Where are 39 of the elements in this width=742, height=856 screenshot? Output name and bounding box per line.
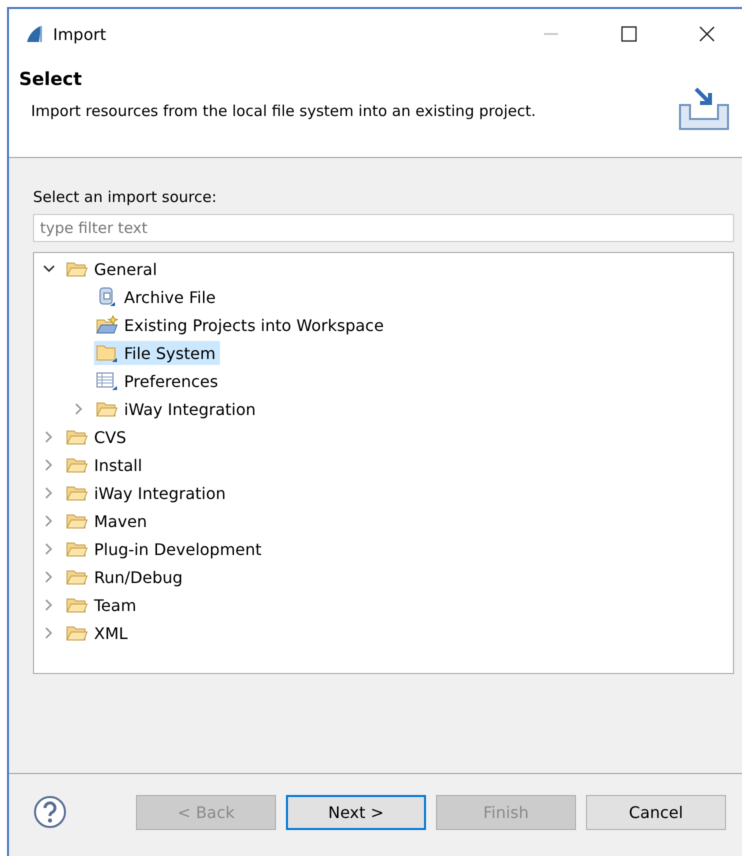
tree-item[interactable]: Install: [64, 454, 146, 476]
tree-item[interactable]: CVS: [64, 426, 130, 448]
wizard-button[interactable]: Cancel: [586, 794, 726, 830]
tree-item[interactable]: General: [64, 258, 162, 280]
folder-icon: [66, 512, 88, 530]
tree-item[interactable]: XML: [64, 622, 132, 644]
page-title: Select: [19, 69, 83, 90]
tree-item[interactable]: Maven: [64, 510, 152, 532]
folder-icon: [66, 428, 88, 446]
window-title: Import: [53, 24, 108, 44]
source-label: Select an import source:: [33, 188, 218, 206]
table-icon: [96, 371, 118, 391]
tree-item[interactable]: iWay Integration: [64, 482, 230, 504]
tree-item[interactable]: File System: [94, 341, 220, 365]
tree-item[interactable]: Run/Debug: [64, 566, 187, 588]
close-icon: [699, 26, 715, 42]
folder-icon: [66, 484, 88, 502]
folder-icon: [66, 260, 88, 278]
folder-icon: [96, 343, 118, 363]
tree-item[interactable]: Team: [64, 594, 140, 616]
folder-icon: [66, 596, 88, 614]
wizard-button[interactable]: Next >: [286, 794, 426, 830]
minimize-icon: [544, 33, 558, 35]
help-icon[interactable]: [33, 795, 67, 829]
tree-item[interactable]: Existing Projects into Workspace: [94, 313, 388, 337]
tree-item[interactable]: Plug-in Development: [64, 538, 266, 560]
tree-item[interactable]: Preferences: [94, 369, 222, 393]
maximize-icon: [621, 26, 637, 42]
folder-icon: [96, 400, 118, 418]
tree-item[interactable]: Archive File: [94, 285, 220, 309]
filter-field[interactable]: type filter text: [33, 214, 734, 242]
tree-item[interactable]: iWay Integration: [94, 398, 260, 420]
folder-icon: [66, 624, 88, 642]
folder-icon: [66, 456, 88, 474]
folder-icon: [66, 568, 88, 586]
app-icon: [25, 24, 45, 44]
open-folder-icon: [96, 315, 118, 335]
page-description: Import resources from the local file system into an existing project.: [31, 102, 536, 120]
folder-icon: [66, 540, 88, 558]
